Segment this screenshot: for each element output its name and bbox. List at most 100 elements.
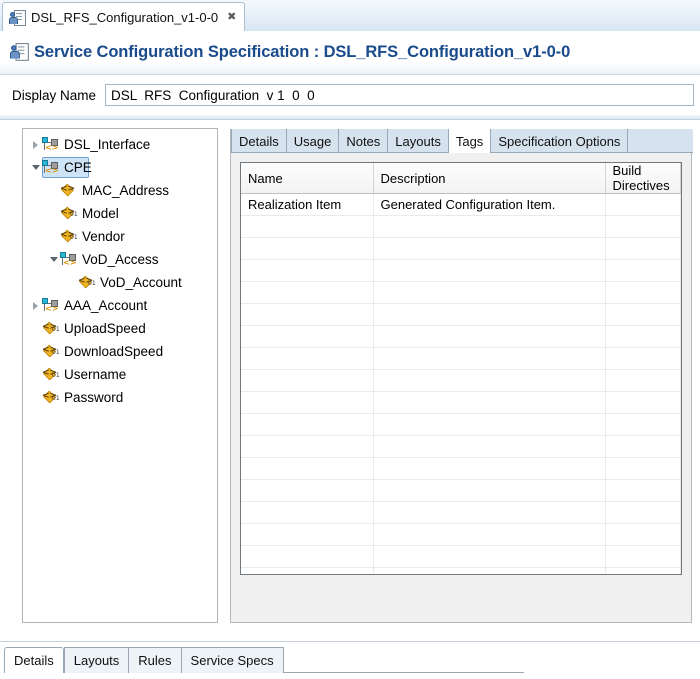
tab-details[interactable]: Details [231,129,287,153]
table-cell[interactable] [373,281,606,304]
table-cell[interactable] [373,391,606,414]
table-cell[interactable] [241,369,374,392]
table-cell[interactable] [373,259,606,282]
table-cell[interactable] [373,457,606,480]
table-cell[interactable] [605,545,681,568]
table-cell[interactable] [605,413,681,436]
table-row[interactable] [241,325,681,348]
table-cell[interactable] [373,501,606,524]
column-header-build-directives[interactable]: Build Directives [605,163,681,194]
table-cell[interactable] [241,237,374,260]
editor-tab-dsl-rfs-configuration[interactable]: DSL_RFS_Configuration_v1-0-0 ✖ [2,2,246,31]
table-cell[interactable] [373,325,606,348]
column-header-description[interactable]: Description [373,163,606,194]
table-cell[interactable] [241,435,374,458]
table-row[interactable] [241,479,681,502]
table-row[interactable] [241,457,681,480]
table-row[interactable] [241,281,681,304]
tree-twisty[interactable] [29,301,42,310]
specification-tree-panel[interactable]: <> DSL_Interface <> CPE <>01 MAC_Address <>01 M… [22,128,218,623]
table-cell[interactable] [605,237,681,260]
table-cell[interactable] [373,435,606,458]
table-cell[interactable] [241,457,374,480]
table-row[interactable] [241,369,681,392]
table-row[interactable]: Realization Item Generated Configuration … [241,193,681,216]
table-row[interactable] [241,545,681,568]
tree-item-downloadspeed[interactable]: <> 01 DownloadSpeed [23,340,217,363]
table-cell[interactable] [241,281,374,304]
tree-item-vendor[interactable]: <> 01 Vendor [23,225,217,248]
table-cell[interactable] [373,413,606,436]
table-cell[interactable] [241,259,374,282]
table-cell[interactable] [605,501,681,524]
table-cell[interactable] [605,567,681,574]
table-cell[interactable] [241,413,374,436]
display-name-input[interactable] [105,84,694,106]
table-cell[interactable] [373,215,606,238]
table-cell[interactable] [605,523,681,546]
table-cell[interactable] [605,347,681,370]
table-cell[interactable] [605,325,681,348]
table-cell[interactable] [605,193,681,216]
table-row[interactable] [241,567,681,574]
tab-usage[interactable]: Usage [287,129,340,153]
table-cell[interactable] [373,545,606,568]
table-cell[interactable] [373,567,606,574]
table-cell[interactable] [373,303,606,326]
tree-item-aaa-account[interactable]: <> AAA_Account [23,294,217,317]
table-cell[interactable] [241,479,374,502]
table-cell[interactable] [241,567,374,574]
table-row[interactable] [241,413,681,436]
table-row[interactable] [241,237,681,260]
tree-item-model[interactable]: <> 01 Model [23,202,217,225]
table-row[interactable] [241,259,681,282]
tab-layouts[interactable]: Layouts [388,129,449,153]
tree-item-cpe[interactable]: <> CPE [23,156,217,179]
table-cell[interactable] [373,479,606,502]
tab-specification-options[interactable]: Specification Options [491,129,629,153]
tree-item-vod-account[interactable]: <> 01 VoD_Account [23,271,217,294]
table-cell[interactable] [241,215,374,238]
table-cell[interactable] [241,347,374,370]
tree-item-password[interactable]: <> 01 Password [23,386,217,409]
table-row[interactable] [241,347,681,370]
table-cell[interactable] [605,215,681,238]
table-cell[interactable] [373,369,606,392]
bottom-tab-layouts[interactable]: Layouts [63,647,129,673]
tree-twisty[interactable] [29,165,42,170]
table-row[interactable] [241,435,681,458]
table-row[interactable] [241,391,681,414]
table-cell[interactable] [241,545,374,568]
table-row[interactable] [241,523,681,546]
table-cell[interactable] [241,501,374,524]
table-cell[interactable] [605,369,681,392]
table-cell[interactable] [605,435,681,458]
bottom-tab-rules[interactable]: Rules [128,647,181,673]
table-row[interactable] [241,303,681,326]
bottom-tab-details[interactable]: Details [4,647,64,673]
table-cell[interactable] [241,303,374,326]
tags-table-container[interactable]: Name Description Build Directives Realiz… [240,162,682,575]
tab-notes[interactable]: Notes [339,129,389,153]
table-cell[interactable] [605,259,681,282]
table-cell[interactable] [373,523,606,546]
column-header-name[interactable]: Name [241,163,374,194]
tree-twisty[interactable] [29,140,42,149]
close-icon[interactable]: ✖ [227,11,236,23]
table-cell[interactable] [373,237,606,260]
table-row[interactable] [241,501,681,524]
table-cell[interactable] [373,347,606,370]
table-cell[interactable] [241,391,374,414]
table-row[interactable] [241,215,681,238]
tree-item-username[interactable]: <> 01 Username [23,363,217,386]
table-cell[interactable]: Generated Configuration Item. [373,193,606,216]
tree-item-mac-address[interactable]: <>01 MAC_Address [23,179,217,202]
tree-item-vod-access[interactable]: <> VoD_Access [23,248,217,271]
table-cell[interactable] [605,479,681,502]
tab-tags[interactable]: Tags [448,129,492,154]
table-cell[interactable] [605,281,681,304]
table-cell[interactable] [605,457,681,480]
tree-item-dsl-interface[interactable]: <> DSL_Interface [23,133,217,156]
table-cell[interactable] [241,325,374,348]
table-cell[interactable]: Realization Item [241,193,374,216]
